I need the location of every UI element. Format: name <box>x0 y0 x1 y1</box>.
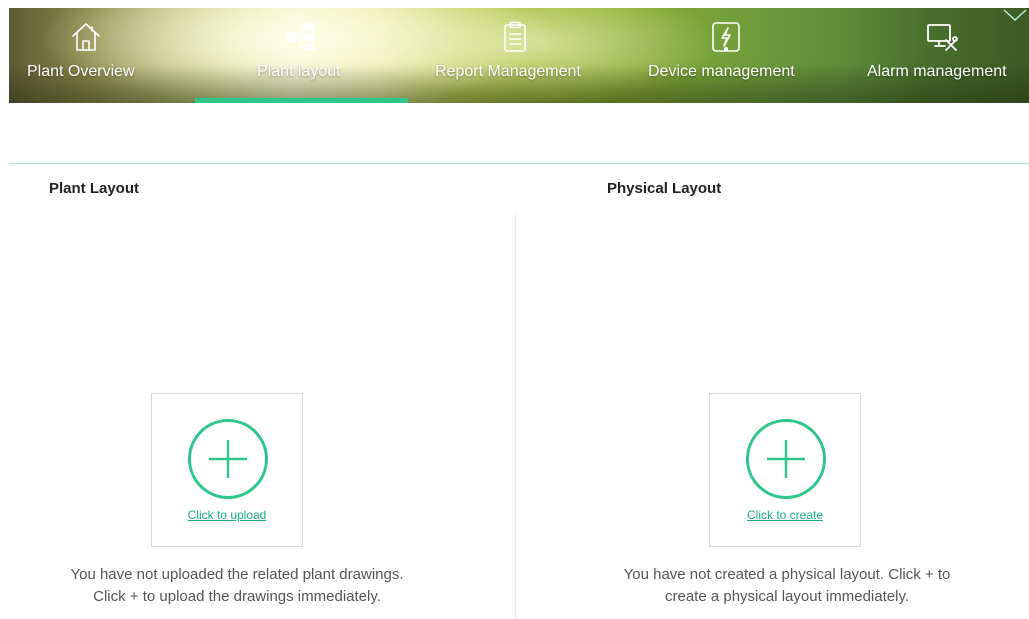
tab-plant-layout[interactable]: Plant layout <box>195 8 408 103</box>
tab-label: Report Management <box>435 63 581 80</box>
physical-layout-title: Physical Layout <box>607 180 722 197</box>
monitor-tools-icon <box>925 20 959 54</box>
active-tab-indicator <box>195 98 408 103</box>
tab-device-management[interactable]: Device management <box>639 8 829 103</box>
layout-icon <box>285 20 319 54</box>
physical-layout-hint: You have not created a physical layout. … <box>570 564 1004 608</box>
plant-layout-hint: You have not uploaded the related plant … <box>20 564 454 608</box>
upload-drawing-card[interactable]: Click to upload <box>151 393 303 547</box>
hint-line: You have not created a physical layout. … <box>623 566 951 583</box>
device-icon <box>709 20 743 54</box>
chevron-down-icon[interactable] <box>1001 8 1029 24</box>
add-circle-icon[interactable] <box>187 418 269 500</box>
panel-divider <box>515 213 516 619</box>
section-divider <box>9 163 1029 164</box>
home-icon <box>69 20 103 54</box>
create-layout-card[interactable]: Click to create <box>709 393 861 547</box>
tab-label: Plant Overview <box>27 63 135 80</box>
hint-line: You have not uploaded the related plant … <box>70 566 404 583</box>
add-circle-icon[interactable] <box>745 418 827 500</box>
top-navigation: Plant Overview Plant layout Report Manag… <box>9 8 1029 103</box>
tab-plant-overview[interactable]: Plant Overview <box>9 8 195 103</box>
tab-label: Alarm management <box>867 63 1007 80</box>
tab-report-management[interactable]: Report Management <box>421 8 621 103</box>
tab-label: Plant layout <box>257 63 341 80</box>
hint-line: create a physical layout immediately. <box>665 588 909 605</box>
create-link[interactable]: Click to create <box>710 508 860 522</box>
tab-label: Device management <box>648 63 795 80</box>
hint-line: Click + to upload the drawings immediate… <box>93 588 381 605</box>
upload-link[interactable]: Click to upload <box>152 508 302 522</box>
clipboard-icon <box>498 20 532 54</box>
plant-layout-title: Plant Layout <box>49 180 140 197</box>
